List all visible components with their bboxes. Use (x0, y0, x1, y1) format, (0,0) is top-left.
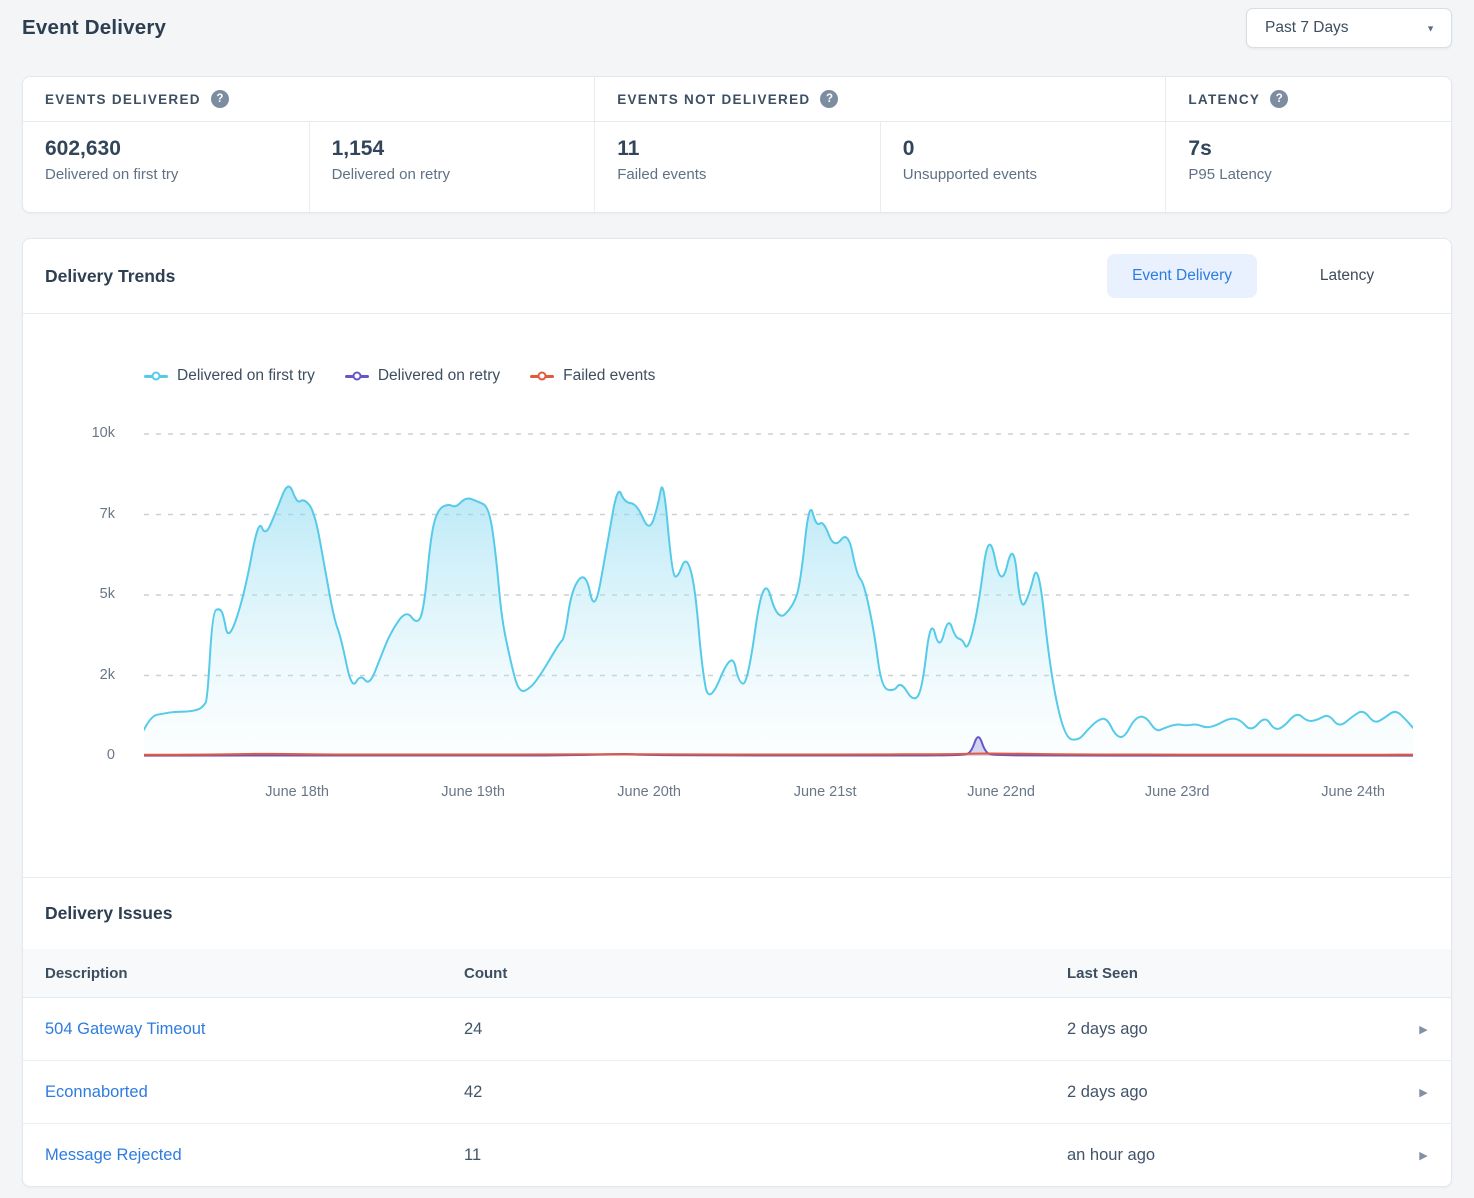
issues-table-header: Description Count Last Seen (23, 949, 1451, 998)
stat-value: 602,630 (45, 137, 309, 161)
x-axis-label: June 20th (617, 784, 681, 800)
page-header: Event Delivery Past 7 Days ▼ (0, 0, 1474, 76)
legend-item-retry[interactable]: Delivered on retry (345, 367, 500, 385)
time-range-value: Past 7 Days (1265, 19, 1349, 37)
legend-item-failed[interactable]: Failed events (530, 367, 655, 385)
x-axis-label: June 23rd (1145, 784, 1210, 800)
issue-last-seen: 2 days ago (1067, 1083, 1396, 1102)
help-icon[interactable]: ? (211, 90, 229, 108)
stats-header-row: EVENTS DELIVERED ? EVENTS NOT DELIVERED … (23, 77, 1451, 122)
delivery-issues-title: Delivery Issues (45, 903, 172, 924)
stat-unsupported-events: 0 Unsupported events (880, 122, 1166, 213)
help-icon[interactable]: ? (820, 90, 838, 108)
issue-count: 42 (464, 1083, 1067, 1102)
event-delivery-page: Event Delivery Past 7 Days ▼ EVENTS DELI… (0, 0, 1474, 1187)
stats-section-latency: LATENCY ? (1165, 77, 1451, 121)
trends-tabs: Event Delivery Latency (1107, 254, 1437, 298)
issue-count: 24 (464, 1020, 1067, 1039)
stats-section-label: LATENCY (1188, 92, 1260, 107)
y-axis-label: 0 (23, 747, 115, 763)
table-row[interactable]: Econnaborted 42 2 days ago ▶ (23, 1061, 1451, 1124)
stat-label: Unsupported events (903, 166, 1166, 183)
stat-label: P95 Latency (1188, 166, 1451, 183)
legend-marker-icon (345, 375, 369, 378)
table-row[interactable]: 504 Gateway Timeout 24 2 days ago ▶ (23, 998, 1451, 1061)
chevron-right-icon[interactable]: ▶ (1396, 1023, 1451, 1036)
legend-label: Delivered on retry (378, 367, 500, 385)
stats-section-label: EVENTS DELIVERED (45, 92, 201, 107)
column-header-last-seen: Last Seen (1067, 965, 1396, 982)
page-title: Event Delivery (22, 16, 166, 40)
chevron-down-icon: ▼ (1426, 24, 1435, 34)
stat-value: 1,154 (332, 137, 595, 161)
issue-link[interactable]: Econnaborted (45, 1083, 148, 1101)
stat-delivered-on-retry: 1,154 Delivered on retry (309, 122, 595, 213)
stats-card: EVENTS DELIVERED ? EVENTS NOT DELIVERED … (22, 76, 1452, 213)
chart-legend: Delivered on first try Delivered on retr… (144, 367, 655, 385)
legend-marker-icon (530, 375, 554, 378)
legend-marker-icon (144, 375, 168, 378)
x-axis-label: June 22nd (967, 784, 1035, 800)
y-axis-label: 10k (23, 425, 115, 441)
y-axis-label: 2k (23, 667, 115, 683)
legend-label: Failed events (563, 367, 655, 385)
help-icon[interactable]: ? (1270, 90, 1288, 108)
trends-title: Delivery Trends (45, 266, 175, 287)
stats-section-label: EVENTS NOT DELIVERED (617, 92, 810, 107)
chevron-right-icon[interactable]: ▶ (1396, 1086, 1451, 1099)
legend-item-first-try[interactable]: Delivered on first try (144, 367, 315, 385)
time-range-dropdown[interactable]: Past 7 Days ▼ (1246, 8, 1452, 48)
stats-section-events-not-delivered: EVENTS NOT DELIVERED ? (594, 77, 1165, 121)
issue-count: 11 (464, 1146, 1067, 1165)
delivery-trends-chart: Delivered on first try Delivered on retr… (23, 314, 1451, 878)
column-header-description: Description (45, 965, 464, 982)
table-row[interactable]: Message Rejected 11 an hour ago ▶ (23, 1124, 1451, 1186)
stat-p95-latency: 7s P95 Latency (1165, 122, 1451, 213)
stat-failed-events: 11 Failed events (594, 122, 880, 213)
stat-label: Delivered on retry (332, 166, 595, 183)
stats-section-events-delivered: EVENTS DELIVERED ? (23, 77, 594, 121)
chevron-right-icon[interactable]: ▶ (1396, 1149, 1451, 1162)
y-axis-label: 7k (23, 506, 115, 522)
x-axis-label: June 18th (265, 784, 329, 800)
x-axis-label: June 24th (1321, 784, 1385, 800)
area-chart-plot[interactable] (144, 432, 1413, 758)
issue-link[interactable]: 504 Gateway Timeout (45, 1020, 206, 1038)
x-axis-label: June 21st (794, 784, 857, 800)
stat-value: 11 (617, 137, 880, 161)
stat-delivered-first-try: 602,630 Delivered on first try (23, 122, 309, 213)
stat-label: Delivered on first try (45, 166, 309, 183)
legend-label: Delivered on first try (177, 367, 315, 385)
stat-value: 0 (903, 137, 1166, 161)
stat-value: 7s (1188, 137, 1451, 161)
tab-event-delivery[interactable]: Event Delivery (1107, 254, 1257, 298)
issue-last-seen: an hour ago (1067, 1146, 1396, 1165)
stat-label: Failed events (617, 166, 880, 183)
column-header-count: Count (464, 965, 1067, 982)
trends-header: Delivery Trends Event Delivery Latency (23, 239, 1451, 314)
tab-latency[interactable]: Latency (1257, 254, 1437, 298)
x-axis-label: June 19th (441, 784, 505, 800)
delivery-trends-card: Delivery Trends Event Delivery Latency D… (22, 238, 1452, 1187)
y-axis-label: 5k (23, 586, 115, 602)
stats-body-row: 602,630 Delivered on first try 1,154 Del… (23, 122, 1451, 213)
delivery-issues-section: Delivery Issues (23, 878, 1451, 949)
issue-last-seen: 2 days ago (1067, 1020, 1396, 1039)
issue-link[interactable]: Message Rejected (45, 1146, 182, 1164)
issues-table-body: 504 Gateway Timeout 24 2 days ago ▶ Econ… (23, 998, 1451, 1186)
